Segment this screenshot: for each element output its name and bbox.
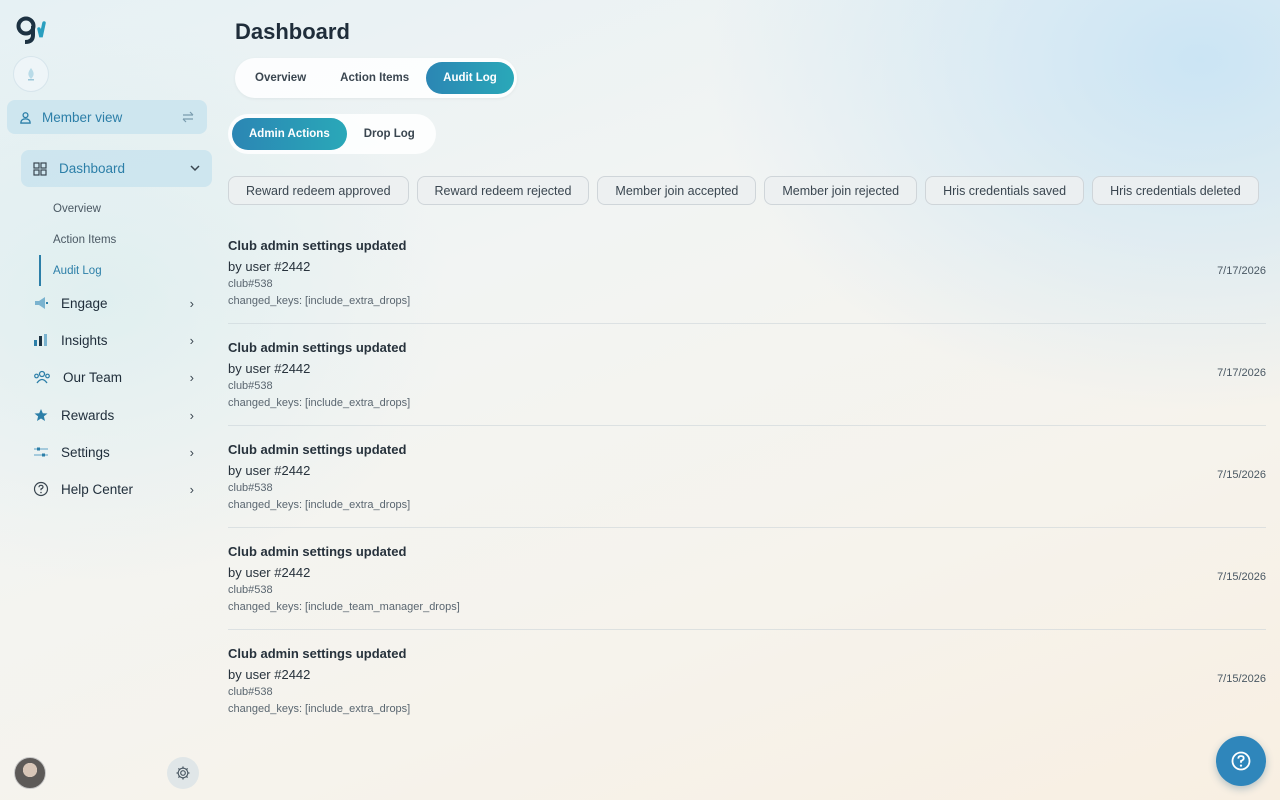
chevron-right-icon: ›	[189, 295, 194, 311]
log-entry-date: 7/15/2026	[1217, 571, 1266, 583]
chevron-right-icon: ›	[189, 481, 194, 497]
filter-chip[interactable]: Member join rejected	[764, 176, 918, 205]
log-entry-title: Club admin settings updated	[228, 544, 407, 559]
organization-avatar[interactable]	[13, 56, 49, 92]
action-filter-chips: Reward redeem approved Reward redeem rej…	[228, 176, 1259, 205]
log-entry-title: Club admin settings updated	[228, 442, 407, 457]
team-icon	[34, 370, 50, 384]
tab-audit-log[interactable]: Audit Log	[426, 62, 514, 94]
question-circle-icon	[33, 481, 49, 497]
sidebar-item-dashboard[interactable]: Dashboard	[21, 150, 212, 187]
main-tabs: Overview Action Items Audit Log	[235, 58, 517, 98]
log-entry-changed-keys: changed_keys: [include_extra_drops]	[228, 499, 411, 511]
member-view-toggle[interactable]: Member view	[7, 100, 207, 134]
log-entry: Club admin settings updated by user #244…	[228, 324, 1266, 426]
subtab-drop-log[interactable]: Drop Log	[347, 118, 432, 150]
help-button[interactable]	[1216, 736, 1266, 786]
log-entry-title: Club admin settings updated	[228, 238, 407, 253]
log-entry-changed-keys: changed_keys: [include_team_manager_drop…	[228, 601, 460, 613]
subnav-item-action-items[interactable]: Action Items	[39, 224, 209, 255]
log-entry: Club admin settings updated by user #244…	[228, 528, 1266, 630]
subnav-item-audit-log[interactable]: Audit Log	[39, 255, 209, 286]
log-entry-club: club#538	[228, 482, 273, 494]
gear-icon	[176, 766, 190, 780]
chevron-right-icon: ›	[189, 407, 194, 423]
sidebar-item-label: Insights	[61, 332, 108, 348]
sidebar-item-engage[interactable]: Engage ›	[21, 288, 206, 318]
log-entry-date: 7/17/2026	[1217, 367, 1266, 379]
chevron-right-icon: ›	[189, 444, 194, 460]
sidebar-item-help-center[interactable]: Help Center ›	[21, 474, 206, 504]
brand-logo-icon[interactable]	[15, 15, 49, 45]
subtab-admin-actions[interactable]: Admin Actions	[232, 118, 347, 150]
filter-chip[interactable]: Reward redeem approved	[228, 176, 409, 205]
sidebar-item-label: Our Team	[63, 369, 123, 385]
swap-icon	[182, 111, 194, 123]
sidebar: Member view Dashboard Overview Action It…	[0, 0, 220, 800]
log-entry-club: club#538	[228, 380, 273, 392]
audit-log-list: Club admin settings updated by user #244…	[228, 222, 1266, 732]
page-title: Dashboard	[235, 19, 350, 44]
log-entry-user: by user #2442	[228, 259, 311, 274]
sidebar-item-settings[interactable]: Settings ›	[21, 437, 206, 467]
audit-subtabs: Admin Actions Drop Log	[228, 114, 436, 154]
log-entry: Club admin settings updated by user #244…	[228, 426, 1266, 528]
chevron-right-icon: ›	[189, 332, 194, 348]
megaphone-icon	[35, 297, 48, 309]
member-view-label: Member view	[42, 109, 123, 125]
sliders-icon	[34, 447, 48, 457]
organization-logo-icon	[28, 68, 34, 81]
settings-gear-button[interactable]	[167, 757, 199, 789]
sidebar-item-our-team[interactable]: Our Team ›	[21, 362, 206, 392]
log-entry-date: 7/15/2026	[1217, 673, 1266, 685]
filter-chip[interactable]: Member join accepted	[597, 176, 757, 205]
filter-chip[interactable]: Hris credentials saved	[925, 176, 1085, 205]
log-entry-changed-keys: changed_keys: [include_extra_drops]	[228, 295, 411, 307]
question-circle-icon	[1231, 751, 1251, 771]
sidebar-item-insights[interactable]: Insights ›	[21, 325, 206, 355]
star-icon	[34, 409, 48, 421]
subnav-item-overview[interactable]: Overview	[39, 193, 209, 224]
filter-chip[interactable]: Reward redeem rejected	[416, 176, 590, 205]
filter-chip[interactable]: Hris credentials deleted	[1092, 176, 1259, 205]
log-entry-user: by user #2442	[228, 667, 311, 682]
sidebar-item-label: Engage	[61, 295, 108, 311]
user-icon	[20, 111, 31, 124]
dashboard-subnav: Overview Action Items Audit Log	[39, 193, 209, 286]
log-entry-club: club#538	[228, 278, 273, 290]
user-avatar[interactable]	[14, 757, 46, 789]
sidebar-item-rewards[interactable]: Rewards ›	[21, 400, 206, 430]
log-entry-club: club#538	[228, 686, 273, 698]
sidebar-item-label: Settings	[61, 444, 110, 460]
log-entry-club: club#538	[228, 584, 273, 596]
chevron-down-icon	[190, 165, 200, 172]
sidebar-item-label: Rewards	[61, 407, 115, 423]
tab-action-items[interactable]: Action Items	[323, 62, 426, 94]
bar-chart-icon	[34, 334, 47, 346]
log-entry-title: Club admin settings updated	[228, 646, 407, 661]
sidebar-item-label: Dashboard	[59, 161, 126, 176]
log-entry: Club admin settings updated by user #244…	[228, 222, 1266, 324]
chevron-right-icon: ›	[189, 369, 194, 385]
tab-overview[interactable]: Overview	[238, 62, 323, 94]
log-entry-user: by user #2442	[228, 565, 311, 580]
log-entry: Club admin settings updated by user #244…	[228, 630, 1266, 732]
log-entry-user: by user #2442	[228, 463, 311, 478]
log-entry-changed-keys: changed_keys: [include_extra_drops]	[228, 703, 411, 715]
grid-icon	[33, 161, 47, 176]
log-entry-user: by user #2442	[228, 361, 311, 376]
log-entry-date: 7/15/2026	[1217, 469, 1266, 481]
log-entry-date: 7/17/2026	[1217, 265, 1266, 277]
sidebar-item-label: Help Center	[61, 481, 134, 497]
log-entry-changed-keys: changed_keys: [include_extra_drops]	[228, 397, 411, 409]
log-entry-title: Club admin settings updated	[228, 340, 407, 355]
